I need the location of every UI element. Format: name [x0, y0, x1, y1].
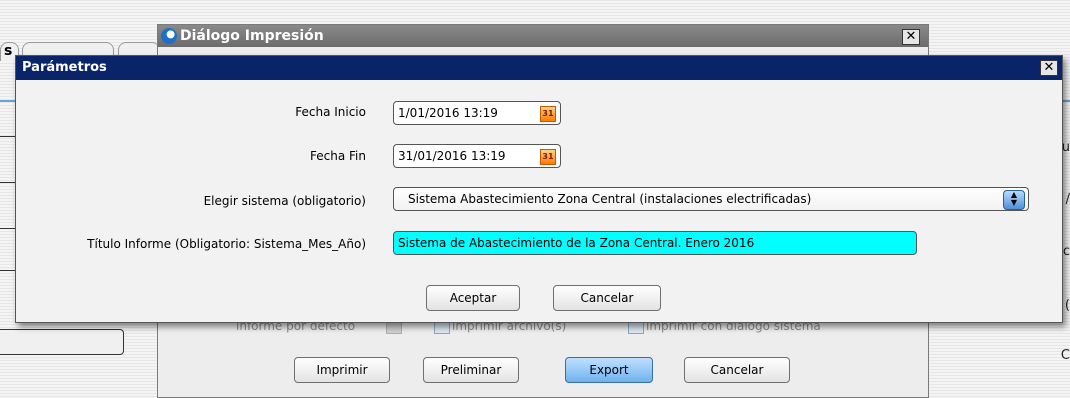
- calendar-icon[interactable]: 31: [540, 106, 556, 122]
- print-dialog-title: Diálogo Impresión: [180, 28, 324, 44]
- background-text: (: [1064, 298, 1070, 313]
- background-divider: [0, 100, 15, 102]
- imprimir-button[interactable]: Imprimir: [294, 357, 390, 383]
- select-arrows-icon: ▲ ▼: [1003, 190, 1025, 210]
- cancelar-print-button[interactable]: Cancelar: [684, 357, 790, 383]
- sistema-label: Elegir sistema (obligatorio): [203, 194, 366, 208]
- aceptar-button[interactable]: Aceptar: [426, 285, 520, 311]
- fecha-inicio-field[interactable]: 1/01/2016 13:19 31: [393, 101, 561, 125]
- fecha-fin-label: Fecha Fin: [310, 149, 366, 163]
- fecha-inicio-label: Fecha Inicio: [295, 105, 366, 119]
- background-text: /: [1065, 192, 1070, 207]
- background-text: c: [1062, 244, 1070, 259]
- background-text: C: [1060, 348, 1070, 363]
- cancelar-button[interactable]: Cancelar: [553, 285, 661, 311]
- sistema-value: Sistema Abastecimiento Zona Central (ins…: [408, 192, 812, 206]
- sistema-select[interactable]: Sistema Abastecimiento Zona Central (ins…: [393, 187, 1029, 211]
- titulo-value: Sistema de Abastecimiento de la Zona Cen…: [398, 236, 755, 250]
- close-icon[interactable]: ✕: [902, 29, 920, 45]
- parametros-dialog: Parámetros ✕ Fecha Inicio 1/01/2016 13:1…: [15, 55, 1063, 323]
- background-tab-label: s: [4, 43, 13, 59]
- titulo-input[interactable]: Sistema de Abastecimiento de la Zona Cen…: [393, 231, 917, 255]
- fecha-fin-value: 31/01/2016 13:19: [398, 149, 506, 163]
- preliminar-button[interactable]: Preliminar: [423, 357, 519, 383]
- background-field[interactable]: [0, 329, 124, 355]
- parametros-titlebar[interactable]: Parámetros ✕: [16, 56, 1062, 80]
- export-button[interactable]: Export: [565, 357, 653, 383]
- fecha-fin-field[interactable]: 31/01/2016 13:19 31: [393, 144, 561, 168]
- fecha-inicio-value: 1/01/2016 13:19: [398, 106, 498, 120]
- app-logo-icon: [161, 28, 177, 44]
- parametros-title: Parámetros: [22, 60, 107, 75]
- calendar-icon[interactable]: 31: [540, 149, 556, 165]
- close-icon[interactable]: ✕: [1040, 60, 1058, 76]
- titulo-label: Título Informe (Obligatorio: Sistema_Mes…: [87, 237, 366, 251]
- print-dialog-titlebar[interactable]: Diálogo Impresión ✕: [158, 25, 928, 47]
